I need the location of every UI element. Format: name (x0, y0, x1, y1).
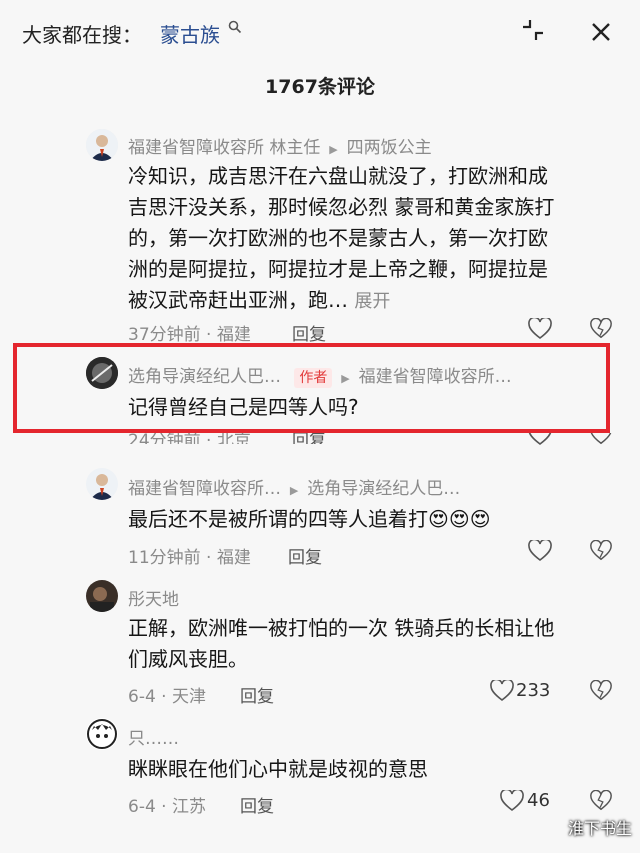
comment-text: 冷知识，成吉思汗在六盘山就没了，打欧洲和成 吉思汗没关系，那时候忽必烈 蒙哥和黄… (128, 161, 608, 317)
reply-arrow-icon: ▶ (286, 484, 302, 497)
close-icon[interactable] (586, 17, 616, 47)
search-icon[interactable] (228, 20, 242, 38)
avatar[interactable] (86, 468, 118, 500)
watermark-text: 淮下书生 (567, 819, 632, 838)
dislike-broken-heart-icon[interactable] (590, 433, 612, 445)
comment-time-location: 6-4 · 江苏 (128, 797, 206, 817)
search-term-link[interactable]: 蒙古族 (160, 19, 220, 48)
avatar[interactable] (86, 718, 118, 750)
reply-button[interactable]: 回复 (240, 792, 274, 817)
like-count: 233 (516, 680, 551, 701)
comment-text-fragment: 被汉武帝赶出亚洲，跑… (128, 288, 348, 312)
reply-button[interactable]: 回复 (292, 320, 326, 345)
highlight-annotation-box (13, 343, 610, 433)
search-prefix-label: 大家都在搜： (22, 23, 142, 47)
comment-text-line: 冷知识，成吉思汗在六盘山就没了，打欧洲和成 (128, 164, 548, 188)
comment-username[interactable]: 福建省智障收容所… (128, 479, 281, 499)
like-heart-icon[interactable] (528, 316, 552, 344)
comment-time-location: 6-4 · 天津 (128, 687, 206, 707)
dislike-broken-heart-icon[interactable] (590, 317, 612, 344)
expand-link[interactable]: 展开 (354, 291, 390, 312)
comment-text-line: 们威风丧胆。 (128, 647, 248, 671)
comment-time-location: 37分钟前 · 福建 (128, 325, 251, 345)
comment-text-line: 被汉武帝赶出亚洲，跑… 展开 (128, 285, 608, 317)
comment-text-fragment: 最后还不是被所谓的四等人追着打 (128, 507, 428, 531)
reply-to-username[interactable]: 四两饭公主 (347, 138, 432, 158)
comment-text-line: 吉思汗没关系，那时候忽必烈 蒙哥和黄金家族打 (128, 195, 555, 219)
comment-username[interactable]: 只…… (128, 724, 179, 749)
comment-text-line: 正解，欧洲唯一被打怕的一次 铁骑兵的长相让他 (128, 616, 555, 640)
top-bar: 大家都在搜： 蒙古族 (0, 0, 640, 64)
reply-arrow-icon: ▶ (325, 143, 342, 156)
comment-time-location: 11分钟前 · 福建 (128, 548, 251, 568)
reply-button[interactable]: 回复 (240, 682, 274, 707)
comment-text: 正解，欧洲唯一被打怕的一次 铁骑兵的长相让他 们威风丧胆。 (128, 613, 608, 675)
emoji-smiling-heart-eyes: 😍😍😍 (428, 507, 491, 531)
like-heart-icon[interactable] (528, 538, 552, 566)
comment-text: 最后还不是被所谓的四等人追着打😍😍😍 (128, 504, 491, 535)
avatar[interactable] (86, 129, 118, 161)
comment-text: 眯眯眼在他们心中就是歧视的意思 (128, 757, 428, 781)
like-heart-icon[interactable] (500, 788, 524, 816)
dislike-broken-heart-icon[interactable] (590, 539, 612, 566)
reply-button[interactable]: 回复 (288, 543, 322, 568)
comment-text-line: 的，第一次打欧洲的也不是蒙古人，第一次打欧 (128, 226, 548, 250)
like-heart-icon[interactable] (490, 678, 514, 706)
like-count: 46 (527, 790, 550, 811)
reply-to-username[interactable]: 选角导演经纪人巴… (307, 479, 460, 499)
like-heart-icon[interactable] (528, 433, 552, 445)
comment-username[interactable]: 福建省智障收容所 林主任 (128, 138, 320, 158)
avatar[interactable] (86, 580, 118, 612)
comment-username[interactable]: 彤天地 (128, 585, 179, 610)
comment-text-line: 洲的是阿提拉，阿提拉才是上帝之鞭，阿提拉是 (128, 257, 548, 281)
dislike-broken-heart-icon[interactable] (590, 789, 612, 816)
dislike-broken-heart-icon[interactable] (590, 679, 612, 706)
collapse-icon[interactable] (520, 17, 546, 43)
comment-count: 1767条评论 (265, 76, 375, 98)
